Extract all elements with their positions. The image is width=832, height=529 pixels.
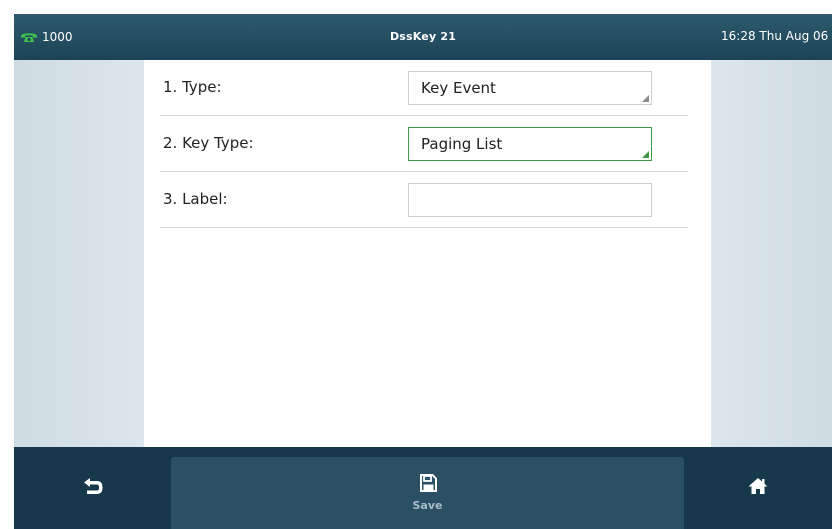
save-label: Save — [412, 499, 443, 512]
key-type-select[interactable]: Paging List — [408, 127, 652, 161]
label-input[interactable] — [408, 183, 652, 217]
key-type-value: Paging List — [421, 135, 503, 153]
phone-screen: 1000 DssKey 21 16:28 Thu Aug 06 1. Type:… — [14, 14, 832, 529]
left-side-panel — [14, 60, 144, 447]
save-icon — [419, 474, 437, 496]
form-row-label[interactable]: 3. Label: — [160, 172, 688, 228]
dropdown-corner-icon — [642, 95, 649, 102]
type-select[interactable]: Key Event — [408, 71, 652, 105]
form-row-type[interactable]: 1. Type: Key Event — [160, 60, 688, 116]
key-type-label: 2. Key Type: — [163, 134, 254, 152]
date-time: 16:28 Thu Aug 06 — [721, 29, 829, 43]
back-arrow-icon — [82, 477, 104, 499]
type-value: Key Event — [421, 79, 496, 97]
dropdown-corner-icon — [642, 151, 649, 158]
label-field-label: 3. Label: — [163, 190, 228, 208]
back-button[interactable] — [14, 447, 171, 529]
softkey-bar: Save — [14, 447, 832, 529]
home-icon — [748, 477, 768, 499]
page-title: DssKey 21 — [389, 30, 457, 43]
type-label: 1. Type: — [163, 78, 222, 96]
save-button[interactable]: Save — [171, 457, 684, 529]
status-bar: 1000 DssKey 21 16:28 Thu Aug 06 — [14, 14, 832, 60]
right-side-panel — [711, 60, 832, 447]
home-button[interactable] — [684, 447, 832, 529]
form-row-key-type[interactable]: 2. Key Type: Paging List — [160, 116, 688, 172]
settings-form: 1. Type: Key Event 2. Key Type: Paging L… — [144, 60, 711, 447]
